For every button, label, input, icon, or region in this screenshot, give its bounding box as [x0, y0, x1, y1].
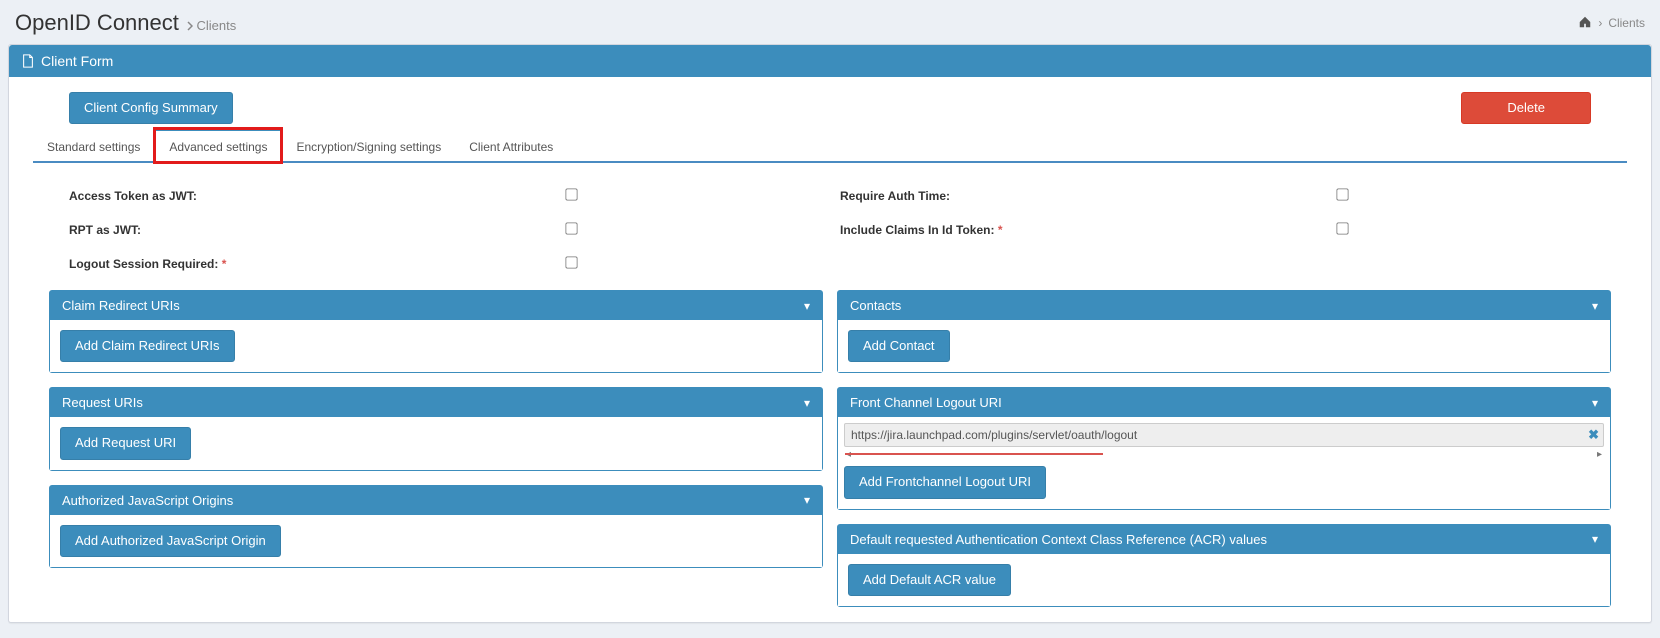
add-contact-button[interactable]: Add Contact — [848, 330, 950, 362]
checkbox-require-auth-time[interactable] — [1336, 189, 1348, 201]
chevron-down-icon[interactable]: ▾ — [804, 493, 810, 507]
add-authorized-js-origin-button[interactable]: Add Authorized JavaScript Origin — [60, 525, 281, 557]
label-require-auth-time: Require Auth Time: — [840, 189, 1336, 203]
panel-title: Authorized JavaScript Origins — [62, 493, 233, 508]
chevron-down-icon[interactable]: ▾ — [1592, 396, 1598, 410]
label-include-claims: Include Claims In Id Token: * — [840, 223, 1336, 237]
panel-contacts: Contacts ▾ Add Contact — [837, 290, 1611, 373]
panel-title: Default requested Authentication Context… — [850, 532, 1267, 547]
panel-title: Claim Redirect URIs — [62, 298, 180, 313]
scroll-right-icon: ▸ — [1597, 449, 1602, 460]
panel-claim-redirect-uris: Claim Redirect URIs ▾ Add Claim Redirect… — [49, 290, 823, 373]
card-header: Client Form — [9, 45, 1651, 77]
chevron-down-icon[interactable]: ▾ — [1592, 532, 1598, 546]
tabs: Standard settings Advanced settings Encr… — [33, 128, 1627, 163]
checkbox-access-token-jwt[interactable] — [565, 189, 577, 201]
client-form-box: Client Form Client Config Summary Delete… — [8, 44, 1652, 623]
add-default-acr-value-button[interactable]: Add Default ACR value — [848, 564, 1011, 596]
panel-title: Request URIs — [62, 395, 143, 410]
page-header: OpenID Connect Clients › Clients — [0, 0, 1660, 44]
breadcrumb: › Clients — [1578, 15, 1645, 32]
page-title: OpenID Connect — [15, 10, 179, 36]
breadcrumb-active: Clients — [1608, 16, 1645, 30]
label-logout-session-required: Logout Session Required: * — [69, 257, 565, 271]
breadcrumb-separator: › — [1598, 16, 1602, 30]
tab-encryption-signing-settings[interactable]: Encryption/Signing settings — [282, 128, 455, 163]
panel-request-uris: Request URIs ▾ Add Request URI — [49, 387, 823, 470]
label-access-token-jwt: Access Token as JWT: — [69, 189, 565, 203]
add-request-uri-button[interactable]: Add Request URI — [60, 427, 191, 459]
file-icon — [21, 54, 35, 68]
checkbox-include-claims[interactable] — [1336, 223, 1348, 235]
page-title-sub: Clients — [187, 18, 236, 33]
panel-title: Front Channel Logout URI — [850, 395, 1002, 410]
chevron-down-icon[interactable]: ▾ — [804, 299, 810, 313]
delete-button[interactable]: Delete — [1461, 92, 1591, 124]
client-config-summary-button[interactable]: Client Config Summary — [69, 92, 233, 124]
chevron-right-icon — [187, 21, 193, 31]
breadcrumb-home[interactable] — [1578, 15, 1592, 32]
remove-uri-button[interactable]: ✖ — [1588, 427, 1599, 443]
panel-default-acr-values: Default requested Authentication Context… — [837, 524, 1611, 607]
panel-authorized-js-origins: Authorized JavaScript Origins ▾ Add Auth… — [49, 485, 823, 568]
chevron-down-icon[interactable]: ▾ — [804, 396, 810, 410]
card-title: Client Form — [41, 53, 113, 69]
front-channel-logout-uri-input[interactable] — [844, 423, 1604, 447]
add-frontchannel-logout-uri-button[interactable]: Add Frontchannel Logout URI — [844, 466, 1046, 498]
annotation-underline — [845, 453, 1103, 455]
tab-client-attributes[interactable]: Client Attributes — [455, 128, 567, 163]
home-icon — [1578, 15, 1592, 29]
checkbox-rpt-jwt[interactable] — [565, 223, 577, 235]
checkbox-logout-session-required[interactable] — [565, 257, 577, 269]
add-claim-redirect-uris-button[interactable]: Add Claim Redirect URIs — [60, 330, 235, 362]
label-rpt-jwt: RPT as JWT: — [69, 223, 565, 237]
chevron-down-icon[interactable]: ▾ — [1592, 299, 1598, 313]
panel-title: Contacts — [850, 298, 901, 313]
tab-advanced-settings[interactable]: Advanced settings — [154, 128, 282, 163]
tab-standard-settings[interactable]: Standard settings — [33, 128, 154, 163]
panel-front-channel-logout-uri: Front Channel Logout URI ▾ ✖ ◂ ▸ — [837, 387, 1611, 509]
